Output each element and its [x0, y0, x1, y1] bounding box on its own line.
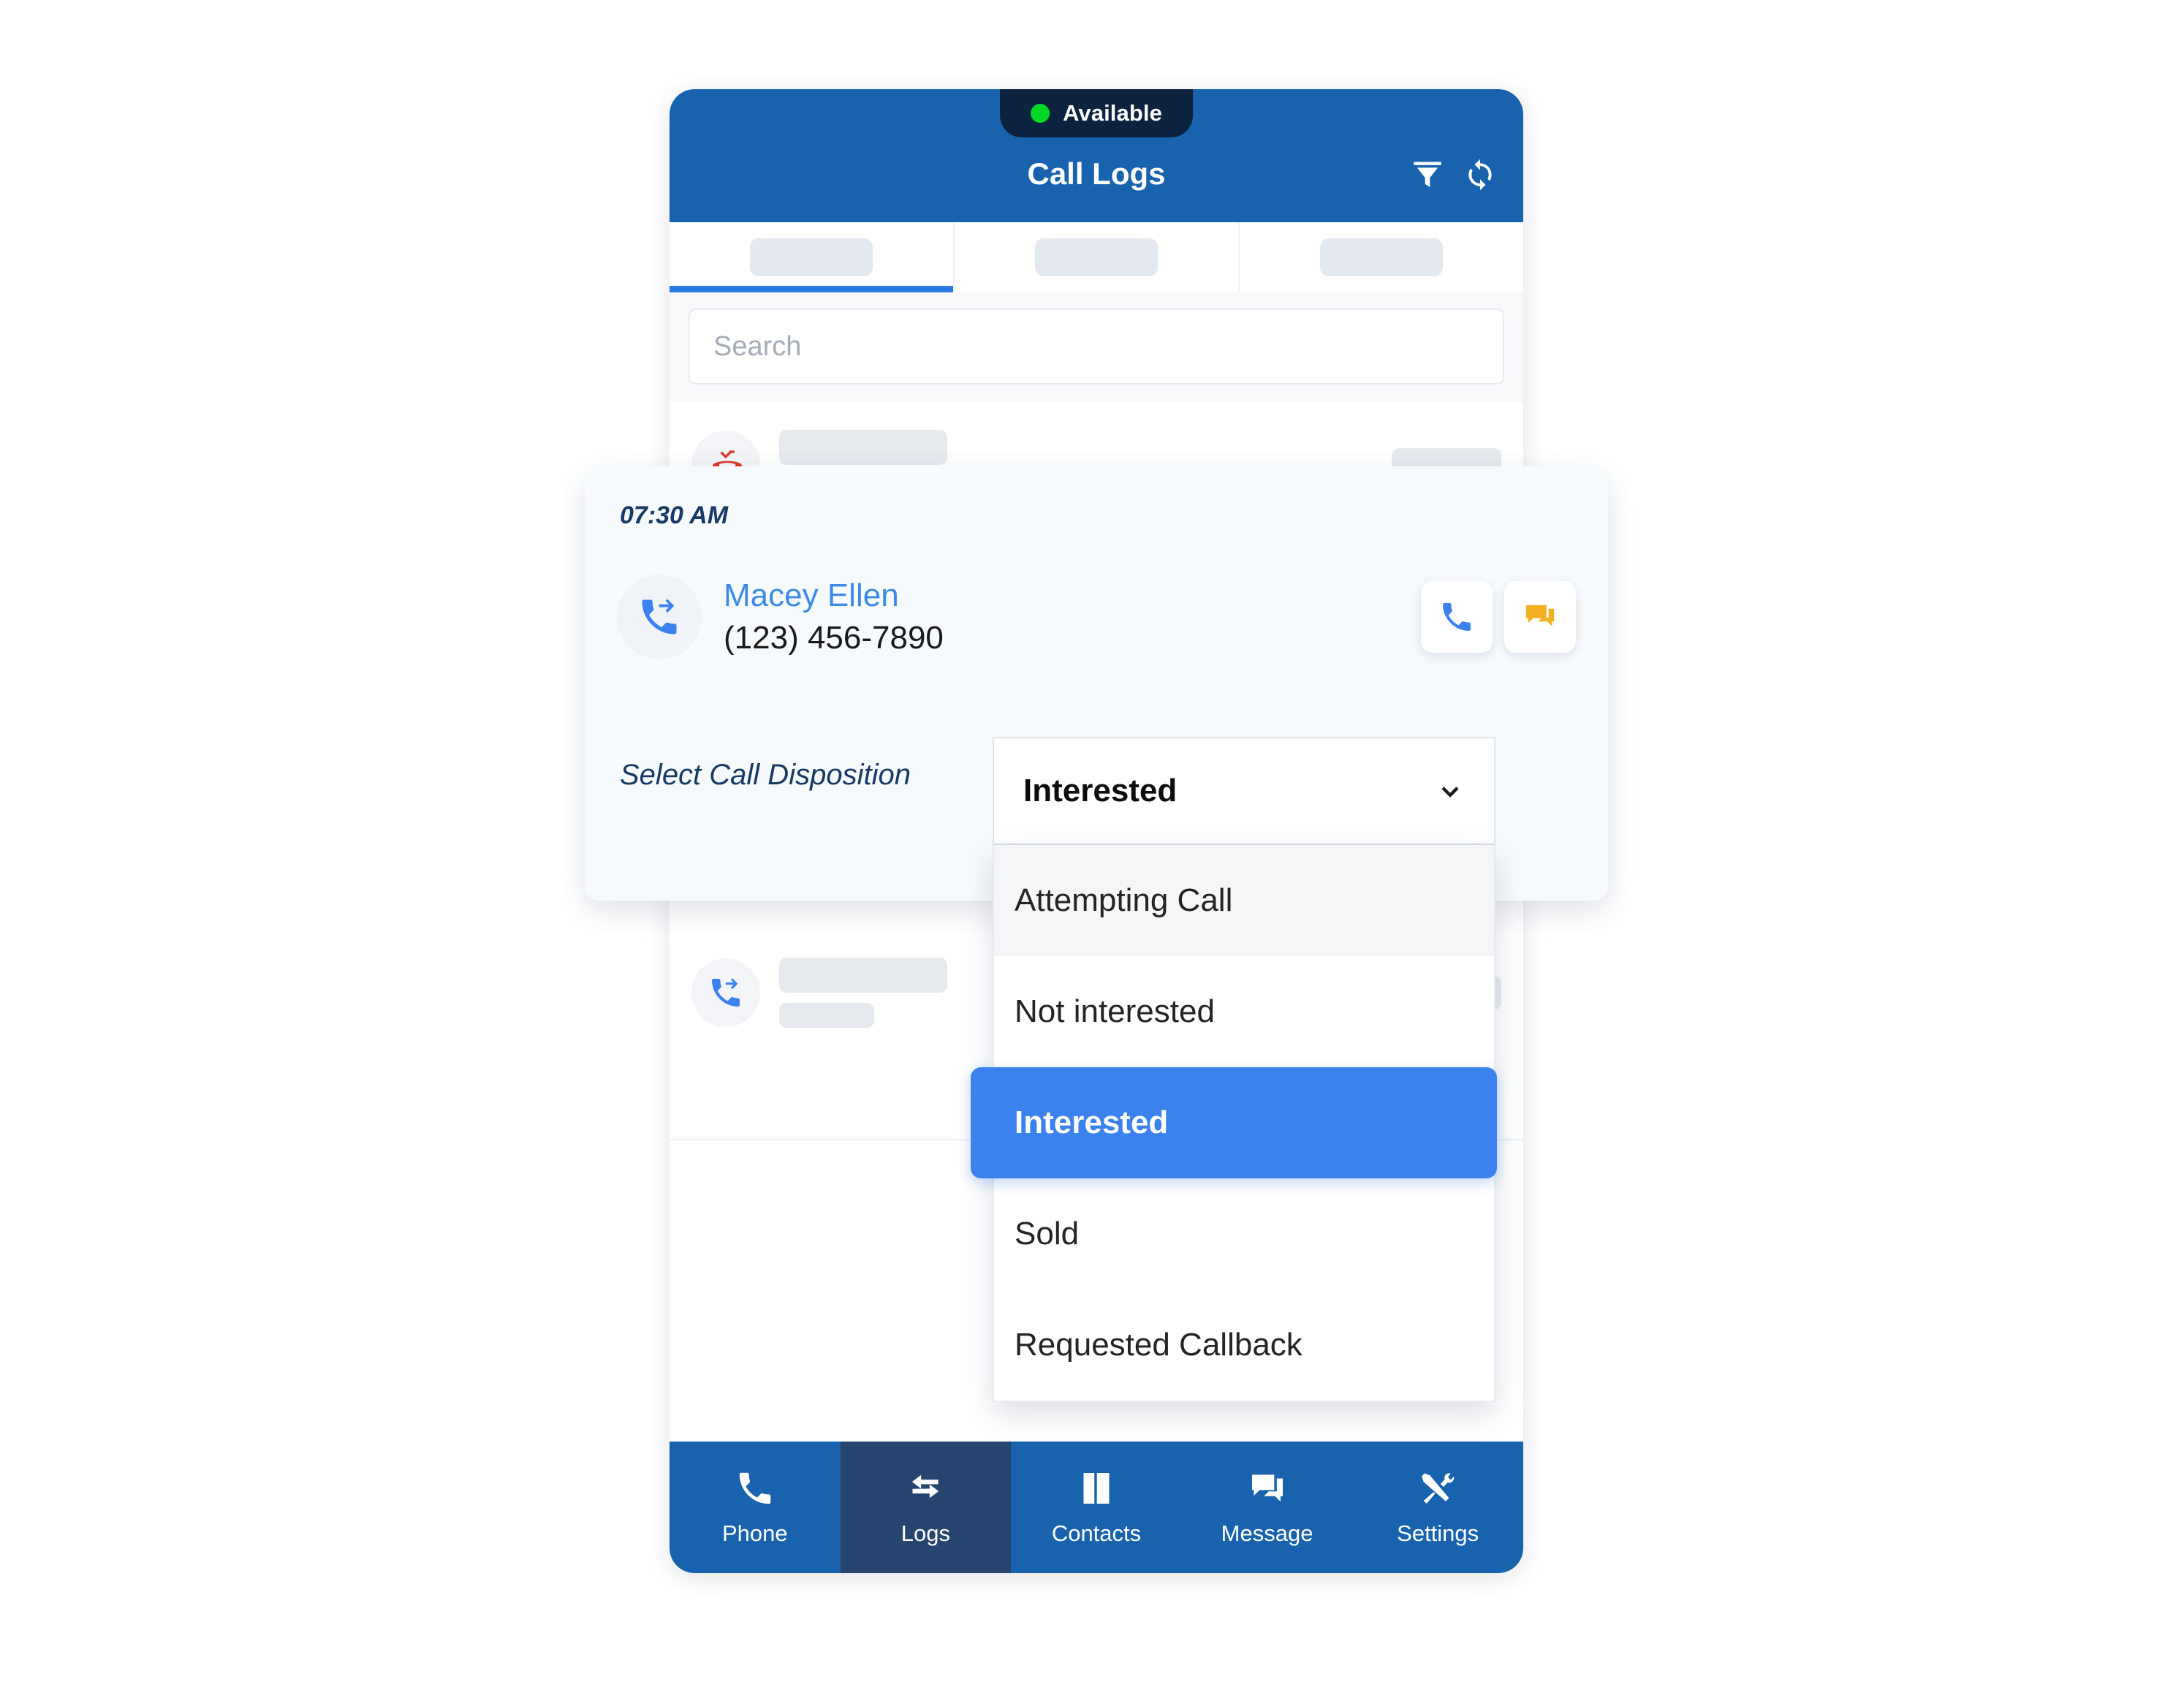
disposition-label: Select Call Disposition: [620, 759, 911, 791]
menu-item-attempting-call[interactable]: Attempting Call: [994, 845, 1494, 956]
message-button[interactable]: [1504, 581, 1576, 653]
app-header: Available Call Logs: [670, 89, 1523, 222]
disposition-options-menu: Attempting Call Not interested Intereste…: [971, 845, 1497, 1402]
disposition-selected-value: Interested: [1023, 773, 1178, 808]
tab-2-placeholder: [1035, 238, 1158, 276]
filter-icon[interactable]: [1409, 156, 1446, 193]
tools-icon: [1417, 1468, 1458, 1509]
availability-status-badge[interactable]: Available: [1000, 89, 1193, 137]
menu-item-label: Requested Callback: [1015, 1327, 1303, 1363]
outgoing-call-icon: [691, 958, 760, 1027]
menu-item-sold[interactable]: Sold: [994, 1178, 1494, 1289]
nav-item-phone[interactable]: Phone: [670, 1442, 841, 1573]
nav-label-message: Message: [1221, 1520, 1313, 1546]
arrows-exchange-icon: [905, 1468, 946, 1509]
bottom-navigation: Phone Logs Contacts Message Settings: [670, 1442, 1523, 1573]
status-dot-icon: [1031, 104, 1050, 123]
tab-1[interactable]: [670, 222, 955, 292]
disposition-select-trigger[interactable]: Interested: [993, 737, 1495, 845]
chevron-down-icon: [1436, 776, 1465, 806]
header-actions: [1409, 156, 1498, 193]
nav-label-phone: Phone: [721, 1520, 788, 1546]
screenshot-canvas: Available Call Logs Search Phone Logs Co…: [0, 0, 2184, 1693]
page-title: Call Logs: [1027, 156, 1166, 191]
menu-item-not-interested[interactable]: Not interested: [994, 956, 1494, 1067]
menu-item-interested[interactable]: Interested: [971, 1067, 1497, 1178]
menu-item-label: Not interested: [1015, 993, 1215, 1029]
phone-handset-icon: [735, 1468, 776, 1509]
refresh-icon[interactable]: [1462, 156, 1498, 193]
status-label: Available: [1063, 100, 1162, 126]
modal-action-buttons: [1421, 581, 1576, 653]
contact-name[interactable]: Macey Ellen: [724, 577, 944, 614]
modal-timestamp: 07:30 AM: [620, 501, 729, 529]
modal-contact-row: Macey Ellen (123) 456-7890: [617, 575, 1576, 659]
nav-label-contacts: Contacts: [1051, 1520, 1142, 1546]
menu-item-label: Sold: [1015, 1216, 1080, 1251]
disposition-select: Interested Attempting Call Not intereste…: [971, 737, 1497, 1402]
nav-label-settings: Settings: [1397, 1520, 1479, 1546]
nav-item-message[interactable]: Message: [1182, 1442, 1353, 1573]
nav-label-logs: Logs: [900, 1520, 950, 1546]
menu-item-label: Interested: [1015, 1105, 1169, 1140]
chat-bubbles-icon: [1247, 1468, 1288, 1509]
address-book-icon: [1076, 1468, 1117, 1509]
row-skeleton-primary: [779, 958, 947, 993]
row-skeleton-secondary: [779, 1003, 874, 1028]
outgoing-call-icon: [617, 575, 702, 659]
menu-item-label: Attempting Call: [1015, 882, 1233, 918]
nav-item-settings[interactable]: Settings: [1352, 1442, 1523, 1573]
call-button[interactable]: [1421, 581, 1493, 653]
tab-bar: [670, 222, 1523, 292]
search-input[interactable]: Search: [689, 308, 1504, 385]
menu-item-requested-callback[interactable]: Requested Callback: [994, 1289, 1494, 1401]
tab-3[interactable]: [1240, 222, 1523, 292]
contact-phone-number: (123) 456-7890: [724, 620, 944, 656]
search-section: Search: [670, 292, 1523, 402]
tab-1-placeholder: [750, 238, 873, 276]
tab-3-placeholder: [1320, 238, 1443, 276]
search-placeholder: Search: [713, 330, 802, 362]
row-skeleton-primary: [779, 430, 947, 465]
tab-2[interactable]: [955, 222, 1240, 292]
nav-item-logs[interactable]: Logs: [840, 1442, 1012, 1573]
nav-item-contacts[interactable]: Contacts: [1011, 1442, 1182, 1573]
